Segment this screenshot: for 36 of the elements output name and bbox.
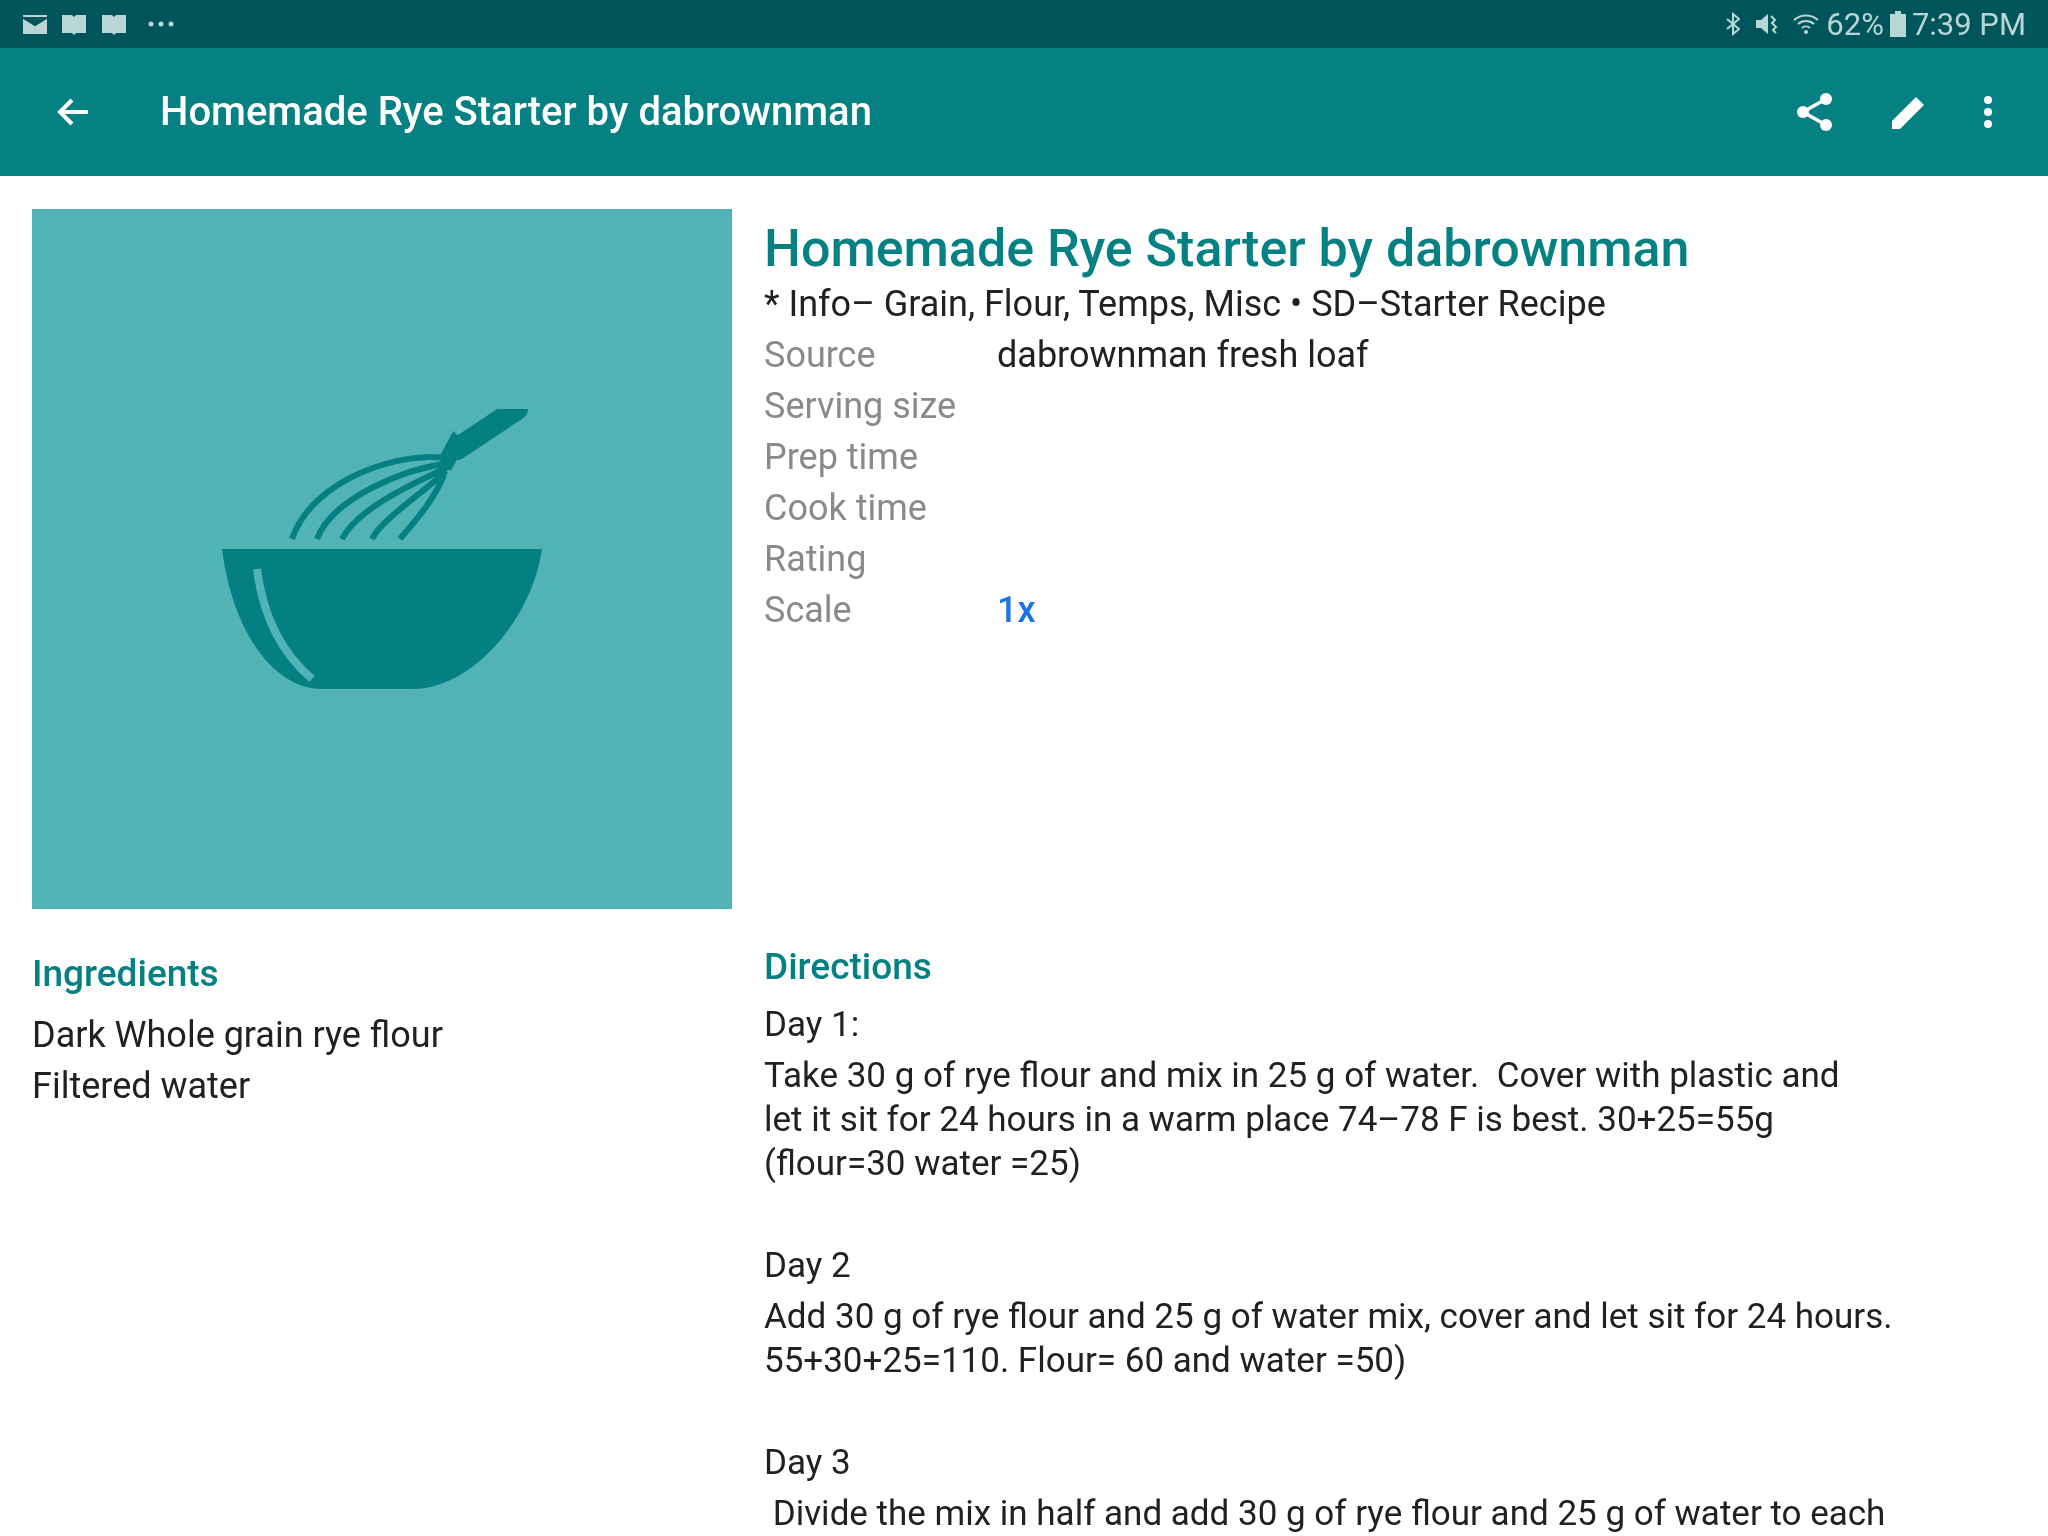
back-arrow-icon (56, 97, 90, 127)
direction-text-line: Take 30 g of rye flour and mix in 25 g of water. Cover with plastic and (764, 1054, 1841, 1098)
bluetooth-icon (1726, 12, 1741, 36)
detail-label: Cook time (764, 485, 928, 531)
bowl-whisk-icon (222, 409, 542, 689)
ingredient-item: Dark Whole grain rye flour (32, 1013, 444, 1058)
book-icon (100, 13, 128, 35)
direction-text-line: Add 30 g of rye flour and 25 g of water mix, cover and let sit for 24 hours. (764, 1295, 1894, 1339)
scale-link[interactable]: 1x (997, 582, 1036, 637)
battery-level: 62% (1826, 8, 1884, 40)
battery-icon (1889, 11, 1906, 37)
detail-value: dabrownman fresh loaf (997, 332, 1369, 378)
detail-label: Source (764, 332, 877, 378)
detail-label: Serving size (764, 383, 958, 429)
share-icon (1795, 92, 1835, 132)
recipe-categories: * Info– Grain, Flour, Temps, Misc • SD–Starter Recipe (764, 282, 1607, 327)
detail-label: Rating (764, 536, 868, 582)
app-bar-title: Homemade Rye Starter by dabrownman (160, 87, 872, 137)
mail-icon (22, 13, 48, 35)
step-heading: Day 3 (764, 1441, 852, 1485)
clock-time: 7:39 PM (1911, 8, 2026, 40)
direction-text-line: let it sit for 24 hours in a warm place 74–78 F is best. 30+25=55g (764, 1098, 1775, 1142)
section-heading: Directions (764, 945, 933, 989)
direction-text-line: 55+30+25=110. Flour= 60 and water =50) (764, 1339, 1408, 1383)
ingredient-item: Filtered water (32, 1064, 252, 1109)
more-vertical-icon (1983, 95, 1993, 129)
section-heading: Ingredients (32, 952, 220, 996)
book-icon (60, 13, 88, 35)
recipe-title: Homemade Rye Starter by dabrownman (764, 219, 1691, 279)
more-icon (148, 21, 174, 27)
step-heading: Day 2 (764, 1244, 852, 1288)
detail-label: Prep time (764, 434, 919, 480)
direction-text-line: Divide the mix in half and add 30 g of rye flour and 25 g of water to each (771, 1492, 1887, 1536)
detail-label: Scale (764, 587, 853, 633)
direction-text-line: (flour=30 water =25) (764, 1142, 1082, 1186)
step-heading: Day 1: (764, 1003, 861, 1047)
